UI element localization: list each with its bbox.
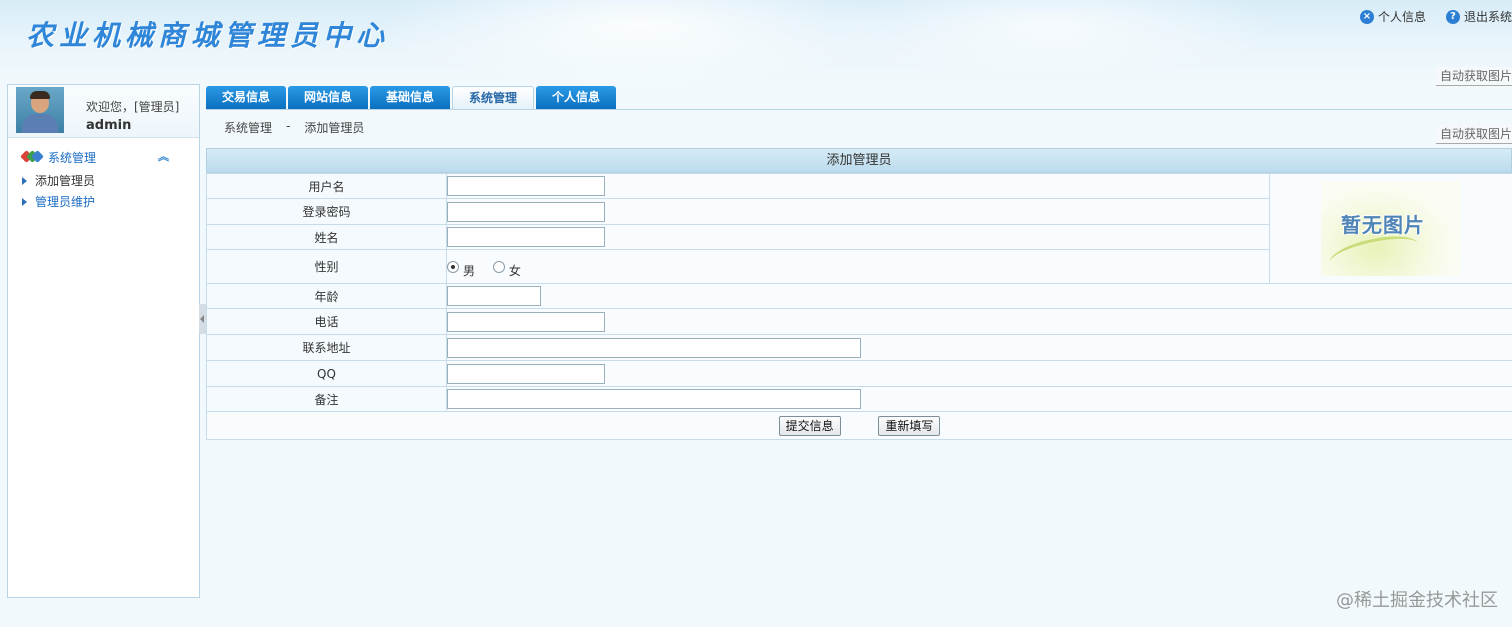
profile-link[interactable]: × 个人信息: [1359, 8, 1426, 25]
submit-button[interactable]: 提交信息: [778, 415, 841, 436]
sidebar-item-label: 管理员维护: [35, 195, 96, 209]
tab-divider: [206, 109, 1512, 110]
field-label: QQ: [206, 360, 447, 387]
avatar: [16, 87, 64, 133]
password-input[interactable]: [447, 201, 605, 222]
field-label: 电话: [206, 308, 447, 335]
user-panel: 欢迎您，[管理员] admin: [8, 85, 199, 138]
name-input[interactable]: [447, 227, 605, 247]
sidebar: 欢迎您，[管理员] admin 系统管理 ︽ 添加管理员 管理员维护: [7, 84, 200, 598]
field-label: 备注: [206, 386, 447, 412]
username-input[interactable]: [447, 176, 605, 196]
tab-profile[interactable]: 个人信息: [536, 86, 616, 109]
tab-transaction[interactable]: 交易信息: [206, 86, 286, 109]
auto-image-link[interactable]: 自动获取图片: [1435, 125, 1512, 144]
field-label: 性别: [206, 249, 447, 284]
address-input[interactable]: [447, 337, 861, 358]
field-label: 联系地址: [206, 334, 447, 361]
age-input[interactable]: [447, 286, 541, 306]
sidebar-item-add-admin[interactable]: 添加管理员: [22, 172, 95, 189]
photo-cell: 暂无图片: [1269, 173, 1512, 284]
field-label: 用户名: [206, 173, 447, 199]
phone-input[interactable]: [447, 311, 605, 332]
field-label: 姓名: [206, 224, 447, 250]
tab-basic[interactable]: 基础信息: [370, 86, 450, 109]
breadcrumb-separator: -: [286, 119, 291, 133]
tab-system[interactable]: 系统管理: [452, 86, 534, 109]
auto-image-link[interactable]: 自动获取图片: [1435, 67, 1512, 86]
welcome-text: 欢迎您，[管理员]: [86, 100, 180, 114]
form-table: 用户名 暂无图片 登录密码 姓名 性别 男 女 年龄 电话 联系地址 QQ 备注…: [206, 173, 1512, 440]
banner-cloud: [380, 0, 900, 84]
breadcrumb-page: 添加管理员: [304, 121, 365, 135]
remark-input[interactable]: [447, 389, 861, 409]
arrow-right-icon: [22, 197, 27, 206]
logout-link-label: 退出系统: [1463, 10, 1512, 24]
top-links: × 个人信息 ? 退出系统: [1359, 8, 1512, 25]
watermark: @稀土掘金技术社区: [1336, 590, 1498, 611]
form-actions: 提交信息 重新填写: [206, 411, 1512, 440]
sidebar-item-admin-maintain[interactable]: 管理员维护: [22, 193, 95, 210]
gender-radio-group: 男 女: [446, 249, 1270, 284]
banner-cloud: [820, 0, 1280, 80]
qq-input[interactable]: [447, 363, 605, 384]
logout-link[interactable]: ? 退出系统: [1445, 8, 1512, 25]
chevron-up-icon[interactable]: ︽: [158, 148, 169, 164]
app-title: 农业机械商城管理员中心: [26, 19, 390, 52]
field-label: 登录密码: [206, 198, 447, 225]
menu-group-system[interactable]: 系统管理 ︽: [20, 148, 192, 166]
radio-label: 男: [463, 264, 476, 278]
radio-unchecked-icon[interactable]: [492, 260, 505, 273]
field-label: 年龄: [206, 283, 447, 309]
tab-website[interactable]: 网站信息: [288, 86, 368, 109]
arrow-right-icon: [22, 176, 27, 185]
menu-group-label: 系统管理: [48, 151, 97, 165]
top-banner: 农业机械商城管理员中心 × 个人信息 ? 退出系统: [0, 0, 1512, 84]
breadcrumb-section: 系统管理: [224, 121, 273, 135]
add-admin-form: 添加管理员 用户名 暂无图片 登录密码 姓名 性别 男 女 年龄 电话 联系地址…: [206, 148, 1512, 440]
no-image-placeholder: 暂无图片: [1321, 181, 1461, 278]
sidebar-item-label: 添加管理员: [35, 174, 96, 188]
gender-female-radio[interactable]: 女: [492, 258, 521, 278]
reset-button[interactable]: 重新填写: [878, 415, 941, 436]
profile-link-label: 个人信息: [1377, 10, 1426, 24]
radio-checked-icon[interactable]: [447, 260, 459, 273]
radio-label: 女: [508, 264, 521, 278]
breadcrumb: 系统管理 - 添加管理员: [224, 119, 364, 136]
username: admin: [86, 118, 132, 133]
form-title: 添加管理员: [206, 148, 1512, 173]
main-tabs: 交易信息 网站信息 基础信息 系统管理 个人信息: [206, 86, 616, 109]
menu-group-icon: [20, 149, 44, 164]
close-circle-icon: ×: [1359, 9, 1374, 24]
sidebar-collapse-handle[interactable]: [199, 304, 206, 334]
gender-male-radio[interactable]: 男: [447, 258, 475, 278]
no-image-text: 暂无图片: [1341, 213, 1425, 237]
help-circle-icon: ?: [1445, 9, 1460, 24]
